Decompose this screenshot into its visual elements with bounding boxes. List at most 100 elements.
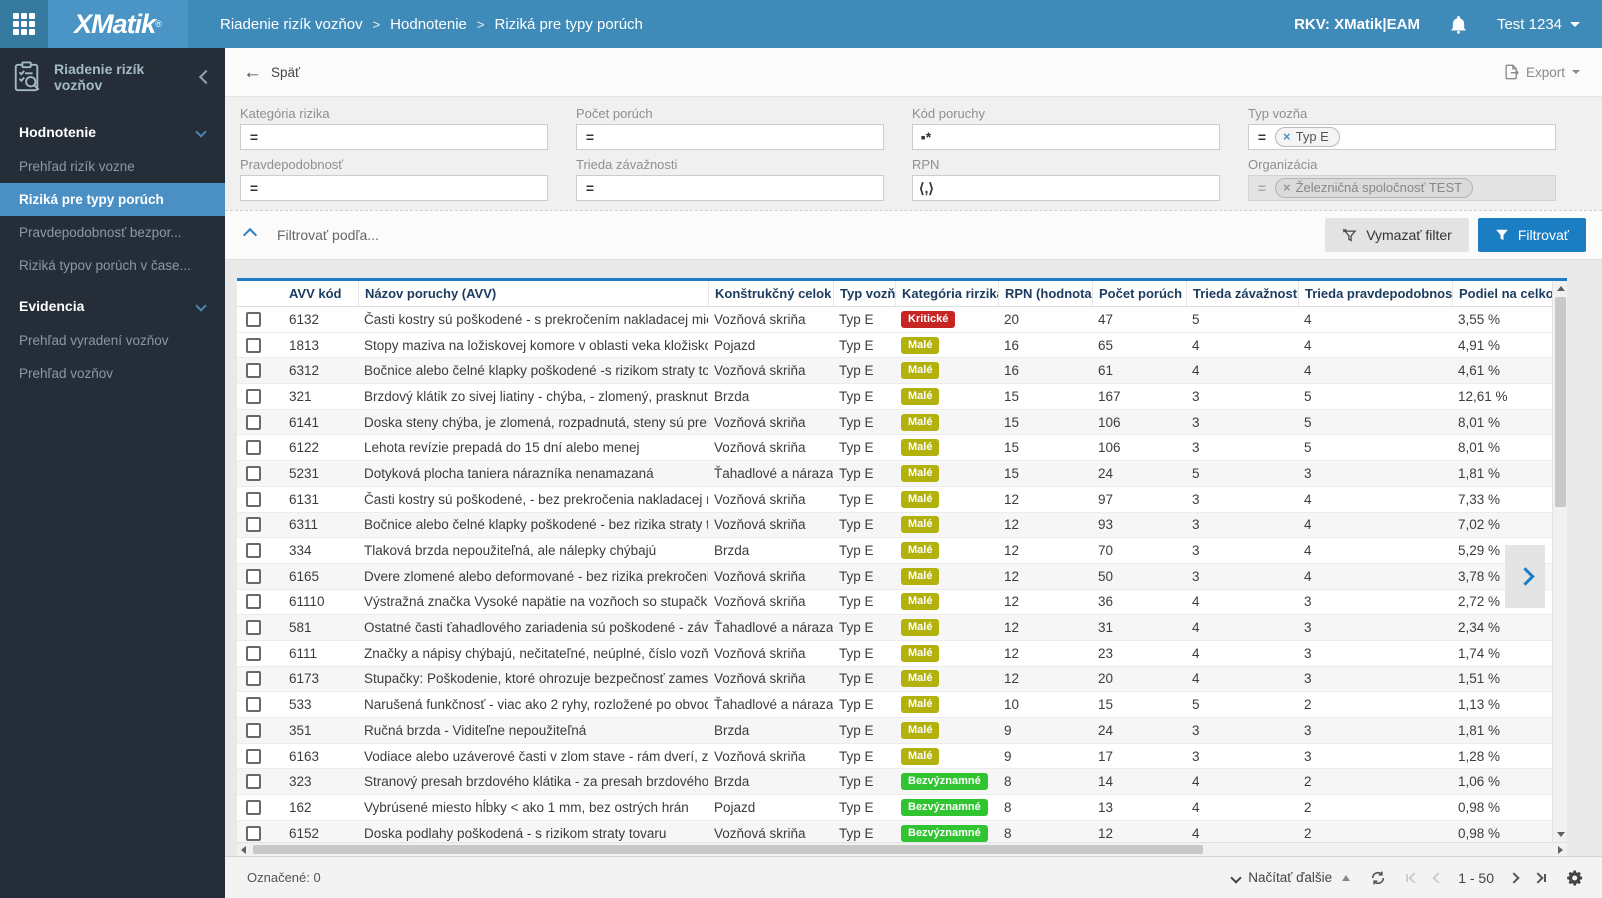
expand-side-panel-button[interactable] [1505, 545, 1545, 608]
table-row[interactable]: 61110 Výstražná značka Vysoké napätie na… [237, 589, 1567, 616]
logo[interactable]: XMatik ® [48, 0, 188, 48]
table-row[interactable]: 6165 Dvere zlomené alebo deformované - b… [237, 563, 1567, 590]
table-row[interactable]: 351 Ručná brzda - Viditeľne nepoužiteľná… [237, 718, 1567, 744]
filter-value-chip[interactable]: × Železničná spoločnosť TEST [1275, 178, 1474, 198]
row-checkbox[interactable] [246, 491, 261, 507]
column-header[interactable]: Počet porúch [1092, 281, 1186, 306]
refresh-button[interactable] [1370, 870, 1386, 886]
sidebar-section-header[interactable]: Hodnotenie [0, 108, 225, 150]
scroll-down-arrow-icon[interactable] [1557, 832, 1565, 837]
column-header[interactable]: Trieda pravdepodobnosti [1298, 281, 1452, 306]
column-header[interactable]: Kategória rirzika [895, 281, 998, 306]
table-row[interactable]: 162 Vybrúsené miesto hĺbky < ako 1 mm, b… [237, 795, 1567, 821]
sidebar-item[interactable]: Riziká pre typy porúch [0, 183, 225, 216]
table-row[interactable]: 1813 Stopy maziva na ložiskovej komore v… [237, 332, 1567, 359]
previous-page-button[interactable] [1432, 871, 1444, 884]
last-page-button[interactable] [1532, 871, 1546, 884]
table-row[interactable]: 533 Narušená funkčnosť - viac ako 2 ryhy… [237, 692, 1567, 718]
breadcrumb-item[interactable]: Riadenie rizík vozňov [220, 16, 363, 33]
row-checkbox[interactable] [246, 440, 261, 456]
export-button[interactable]: Export [1504, 64, 1580, 80]
table-row[interactable]: 6163 Vodiace alebo uzáverové časti v zlo… [237, 743, 1567, 770]
first-page-button[interactable] [1406, 871, 1420, 884]
table-row[interactable]: 6152 Doska podlahy poškodená - s rizikom… [237, 820, 1567, 842]
vertical-scrollbar-thumb[interactable] [1555, 297, 1566, 507]
app-launcher-button[interactable] [0, 0, 48, 48]
collapse-filters-chevron-icon[interactable] [242, 227, 258, 243]
row-checkbox[interactable] [246, 748, 261, 764]
filter-input[interactable]: = × [240, 124, 548, 150]
table-row[interactable]: 6173 Stupačky: Poškodenie, ktoré ohrozuj… [237, 666, 1567, 693]
filter-input[interactable]: = × Železničná spoločnosť TEST [1248, 175, 1556, 201]
row-checkbox[interactable] [246, 363, 261, 379]
column-header[interactable]: Trieda závažnosti... [1186, 281, 1298, 306]
column-header[interactable]: RPN (hodnota) [998, 281, 1092, 306]
filter-input[interactable]: ⟨,⟩ × [912, 175, 1220, 201]
filter-input[interactable]: = × Typ E [1248, 124, 1556, 150]
table-row[interactable]: 5231 Dotyková plocha taniera nárazníka n… [237, 461, 1567, 487]
clear-filter-button[interactable]: Vymazať filter [1325, 218, 1469, 252]
table-row[interactable]: 6132 Časti kostry sú poškodené - s prekr… [237, 307, 1567, 333]
filter-input[interactable]: = × [240, 175, 548, 201]
row-checkbox[interactable] [246, 337, 261, 353]
table-row[interactable]: 6312 Bočnice alebo čelné klapky poškoden… [237, 358, 1567, 385]
chip-remove-icon[interactable]: × [1283, 129, 1291, 144]
load-more-button[interactable]: Načítať ďalšie [1230, 870, 1351, 885]
sidebar-item[interactable]: Pravdepodobnosť bezpor... [0, 216, 225, 249]
row-checkbox[interactable] [246, 568, 261, 584]
row-checkbox[interactable] [246, 697, 261, 713]
column-header[interactable]: AVV kód [283, 281, 358, 306]
filter-input[interactable]: ▪* × [912, 124, 1220, 150]
sidebar-collapse-button[interactable] [198, 69, 214, 85]
row-checkbox[interactable] [246, 517, 261, 533]
column-header[interactable]: Typ vozňa [833, 281, 895, 306]
table-row[interactable]: 6141 Doska steny chýba, je zlomená, rozp… [237, 409, 1567, 436]
row-checkbox[interactable] [246, 825, 261, 841]
scroll-left-arrow-icon[interactable] [241, 846, 246, 854]
back-button[interactable]: ← Späť [243, 63, 300, 82]
sidebar-item[interactable]: Riziká typov porúch v čase... [0, 249, 225, 282]
table-row[interactable]: 6311 Bočnice alebo čelné klapky poškoden… [237, 512, 1567, 539]
row-checkbox[interactable] [246, 722, 261, 738]
row-checkbox[interactable] [246, 774, 261, 790]
sidebar-item[interactable]: Prehľad vyradení vozňov [0, 324, 225, 357]
table-row[interactable]: 321 Brzdový klátik zo sivej liatiny - ch… [237, 384, 1567, 410]
filter-input[interactable]: = × [576, 124, 884, 150]
sidebar-item[interactable]: Prehľad vozňov [0, 357, 225, 390]
breadcrumb-item[interactable]: Riziká pre typy porúch [495, 16, 643, 33]
row-checkbox[interactable] [246, 594, 261, 610]
table-row[interactable]: 6111 Značky a nápisy chýbajú, nečitateľn… [237, 640, 1567, 667]
row-checkbox[interactable] [246, 645, 261, 661]
horizontal-scrollbar[interactable] [237, 842, 1567, 856]
column-header[interactable]: Názov poruchy (AVV) [358, 281, 708, 306]
user-menu[interactable]: Test 1234 [1497, 16, 1580, 33]
sidebar-item[interactable]: Prehľad rizík vozne [0, 150, 225, 183]
column-header[interactable]: Podiel na celkovom p [1452, 281, 1567, 306]
row-checkbox[interactable] [246, 311, 261, 327]
column-header[interactable]: Konštrukčný celok [708, 281, 833, 306]
vertical-scrollbar[interactable] [1552, 281, 1567, 842]
row-checkbox[interactable] [246, 388, 261, 404]
next-page-button[interactable] [1508, 871, 1520, 884]
row-checkbox[interactable] [246, 465, 261, 481]
row-checkbox[interactable] [246, 414, 261, 430]
table-row[interactable]: 6122 Lehota revízie prepadá do 15 dní al… [237, 435, 1567, 462]
sidebar-section-header[interactable]: Evidencia [0, 282, 225, 324]
row-checkbox[interactable] [246, 671, 261, 687]
table-row[interactable]: 323 Stranový presah brzdového klátika - … [237, 769, 1567, 796]
notifications-bell-icon[interactable] [1450, 15, 1467, 34]
scroll-up-arrow-icon[interactable] [1557, 286, 1565, 291]
horizontal-scrollbar-thumb[interactable] [253, 845, 1203, 854]
filter-input[interactable]: = × [576, 175, 884, 201]
table-row[interactable]: 334 Tlaková brzda nepoužiteľná, ale nále… [237, 538, 1567, 564]
row-checkbox[interactable] [246, 543, 261, 559]
chip-remove-icon[interactable]: × [1283, 180, 1291, 195]
scroll-right-arrow-icon[interactable] [1558, 846, 1563, 854]
filter-value-chip[interactable]: × Typ E [1275, 127, 1340, 147]
row-checkbox[interactable] [246, 799, 261, 815]
row-checkbox[interactable] [246, 620, 261, 636]
breadcrumb-item[interactable]: Hodnotenie [390, 16, 467, 33]
table-row[interactable]: 581 Ostatné časti ťahadlového zariadenia… [237, 615, 1567, 641]
apply-filter-button[interactable]: Filtrovať [1477, 218, 1586, 252]
table-settings-gear-icon[interactable] [1566, 869, 1584, 887]
